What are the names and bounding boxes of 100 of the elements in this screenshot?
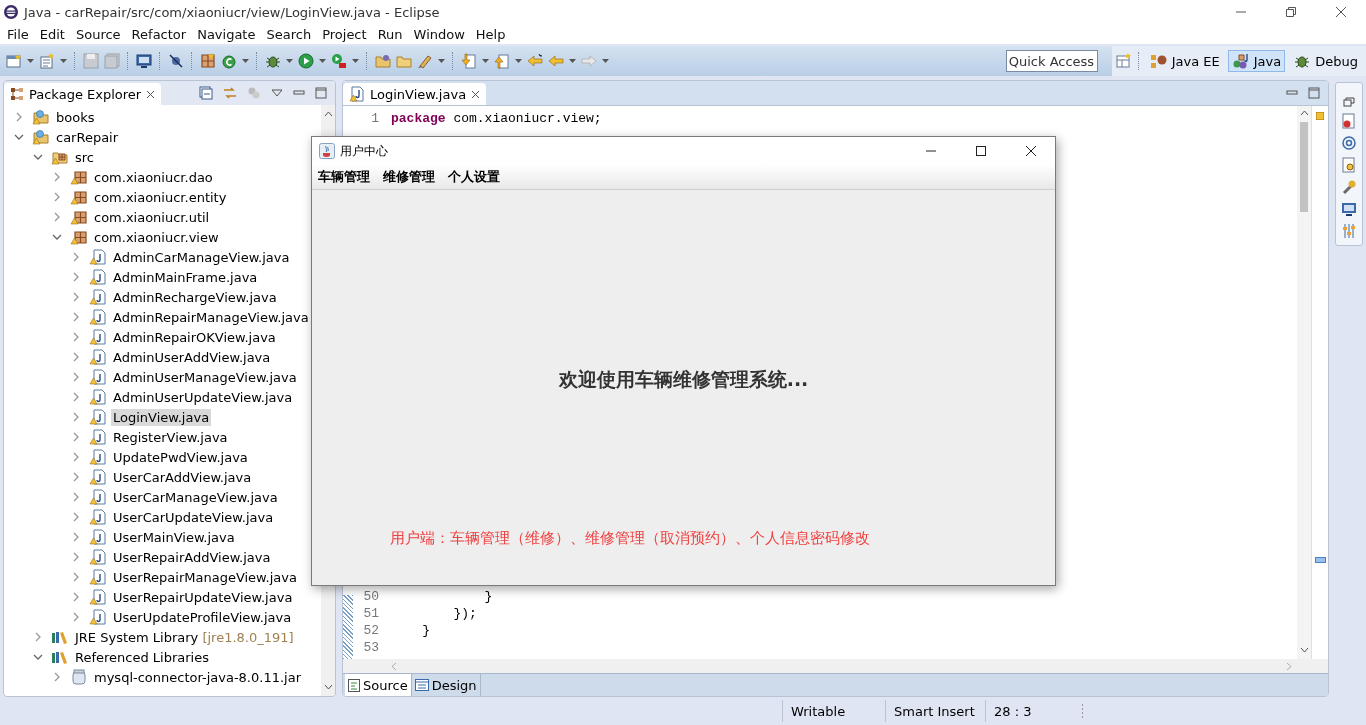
- tree-item[interactable]: AdminUserManageView.java: [111, 368, 299, 386]
- tree-item[interactable]: UserUpdateProfileView.java: [111, 608, 294, 626]
- sliders-icon[interactable]: [1341, 223, 1357, 239]
- scrollbar-thumb[interactable]: [1300, 122, 1308, 212]
- previous-annotation-icon[interactable]: [494, 53, 510, 69]
- menu-item[interactable]: Window: [407, 26, 470, 42]
- caret-icon[interactable]: [60, 59, 67, 63]
- view-menu-icon[interactable]: [271, 89, 283, 97]
- document-search-icon[interactable]: [1341, 157, 1357, 173]
- maximize-icon[interactable]: [975, 145, 987, 157]
- bug-icon[interactable]: [265, 53, 281, 69]
- menu-item[interactable]: Edit: [33, 26, 70, 42]
- next-annotation-icon[interactable]: [461, 53, 477, 69]
- tree-item[interactable]: com.xiaoniucr.view: [92, 228, 221, 246]
- monitor-icon[interactable]: [1341, 201, 1357, 217]
- tree-item[interactable]: AdminUserUpdateView.java: [111, 388, 295, 406]
- caret-icon[interactable]: [438, 59, 445, 63]
- package-icon[interactable]: [200, 53, 216, 69]
- tree-item[interactable]: src: [73, 148, 96, 166]
- wrench-icon[interactable]: [1341, 179, 1357, 195]
- open-perspective-icon[interactable]: [1115, 53, 1132, 69]
- menu-item[interactable]: Search: [260, 26, 317, 42]
- tree-item[interactable]: LoginView.java: [111, 408, 212, 426]
- tree-item[interactable]: AdminRepairOKView.java: [111, 328, 278, 346]
- tree-item[interactable]: mysql-connector-java-8.0.11.jar: [92, 668, 303, 686]
- quick-access-field[interactable]: Quick Access: [1005, 50, 1098, 72]
- perspective-button[interactable]: Java EE: [1145, 50, 1224, 72]
- tree-item[interactable]: AdminRechargeView.java: [111, 288, 279, 306]
- monitor-icon[interactable]: [136, 53, 152, 69]
- class-icon[interactable]: [221, 53, 237, 69]
- menu-item[interactable]: File: [1, 26, 34, 42]
- folder-icon[interactable]: [396, 53, 412, 69]
- save-icon[interactable]: [83, 53, 99, 69]
- new-item-icon[interactable]: [39, 53, 55, 69]
- warning-marker-icon[interactable]: [1316, 112, 1324, 120]
- tree-item[interactable]: UserRepairUpdateView.java: [111, 588, 295, 606]
- back-arrow-icon[interactable]: [548, 53, 564, 69]
- tree-item[interactable]: UserCarAddView.java: [111, 468, 254, 486]
- tree-item[interactable]: AdminUserAddView.java: [111, 348, 273, 366]
- tree-item[interactable]: AdminRepairManageView.java: [111, 308, 311, 326]
- tree-item[interactable]: carRepair: [54, 128, 121, 146]
- menu-item[interactable]: Refactor: [125, 26, 192, 42]
- minimize-icon[interactable]: [1286, 89, 1298, 97]
- menu-item[interactable]: Source: [69, 26, 126, 42]
- tree-item[interactable]: UserCarManageView.java: [111, 488, 280, 506]
- caret-icon[interactable]: [319, 59, 326, 63]
- menu-item[interactable]: Help: [469, 26, 511, 42]
- tree-item[interactable]: com.xiaoniucr.entity: [92, 188, 229, 206]
- scroll-down-icon[interactable]: [323, 684, 333, 690]
- restore-icon[interactable]: [1285, 6, 1297, 18]
- scroll-up-icon[interactable]: [1299, 110, 1309, 116]
- caret-icon[interactable]: [569, 59, 576, 63]
- caret-icon[interactable]: [352, 59, 359, 63]
- last-edit-icon[interactable]: [527, 53, 543, 69]
- new-wizard-icon[interactable]: [6, 53, 22, 69]
- minimize-icon[interactable]: [293, 89, 305, 97]
- menu-item[interactable]: 车辆管理: [318, 168, 370, 186]
- scroll-up-icon[interactable]: [323, 111, 333, 117]
- tree-item[interactable]: UserRepairManageView.java: [111, 568, 299, 586]
- open-folder-icon[interactable]: [375, 53, 391, 69]
- editor-mode-tab[interactable]: Source: [345, 674, 412, 696]
- tree-item[interactable]: UserRepairAddView.java: [111, 548, 273, 566]
- tree-item[interactable]: RegisterView.java: [111, 428, 230, 446]
- caret-icon[interactable]: [286, 59, 293, 63]
- scroll-left-icon[interactable]: [391, 661, 397, 671]
- run-tool-icon[interactable]: [331, 53, 347, 69]
- tree-item[interactable]: com.xiaoniucr.util: [92, 208, 212, 226]
- tree-item[interactable]: UpdatePwdView.java: [111, 448, 250, 466]
- scroll-down-icon[interactable]: [1299, 647, 1309, 653]
- menu-item[interactable]: 个人设置: [448, 168, 500, 186]
- at-sign-icon[interactable]: [1341, 135, 1357, 151]
- close-icon[interactable]: [146, 89, 156, 99]
- caret-icon[interactable]: [602, 59, 609, 63]
- caret-icon[interactable]: [242, 59, 249, 63]
- tree-item[interactable]: JRE System Library [jre1.8.0_191]: [73, 628, 296, 646]
- editor-mode-tab[interactable]: Design: [411, 674, 481, 696]
- menu-item[interactable]: Project: [316, 26, 372, 42]
- run-icon[interactable]: [298, 53, 314, 69]
- close-icon[interactable]: [1335, 6, 1347, 18]
- restore-icon[interactable]: [1343, 97, 1355, 107]
- tree-item[interactable]: books: [54, 108, 97, 126]
- caret-icon[interactable]: [482, 59, 489, 63]
- menu-item[interactable]: Navigate: [191, 26, 261, 42]
- tree-item[interactable]: Referenced Libraries: [73, 648, 211, 666]
- tree-item[interactable]: AdminCarManageView.java: [111, 248, 292, 266]
- brush-icon[interactable]: [417, 53, 433, 69]
- tree-item[interactable]: com.xiaoniucr.dao: [92, 168, 215, 186]
- caret-icon[interactable]: [515, 59, 522, 63]
- perspective-button[interactable]: Debug: [1289, 50, 1362, 72]
- close-icon[interactable]: [471, 89, 481, 99]
- drag-handle-icon[interactable]: [1081, 704, 1084, 718]
- perspective-button[interactable]: Java: [1227, 50, 1286, 72]
- error-log-icon[interactable]: [1341, 113, 1357, 129]
- tree-item[interactable]: UserMainView.java: [111, 528, 237, 546]
- tree-item[interactable]: UserCarUpdateView.java: [111, 508, 276, 526]
- skip-breakpoints-icon[interactable]: [168, 53, 184, 69]
- collapse-all-icon[interactable]: [199, 86, 213, 100]
- scroll-right-icon[interactable]: [1286, 661, 1292, 671]
- menu-item[interactable]: 维修管理: [383, 168, 435, 186]
- link-editor-icon[interactable]: [223, 86, 237, 100]
